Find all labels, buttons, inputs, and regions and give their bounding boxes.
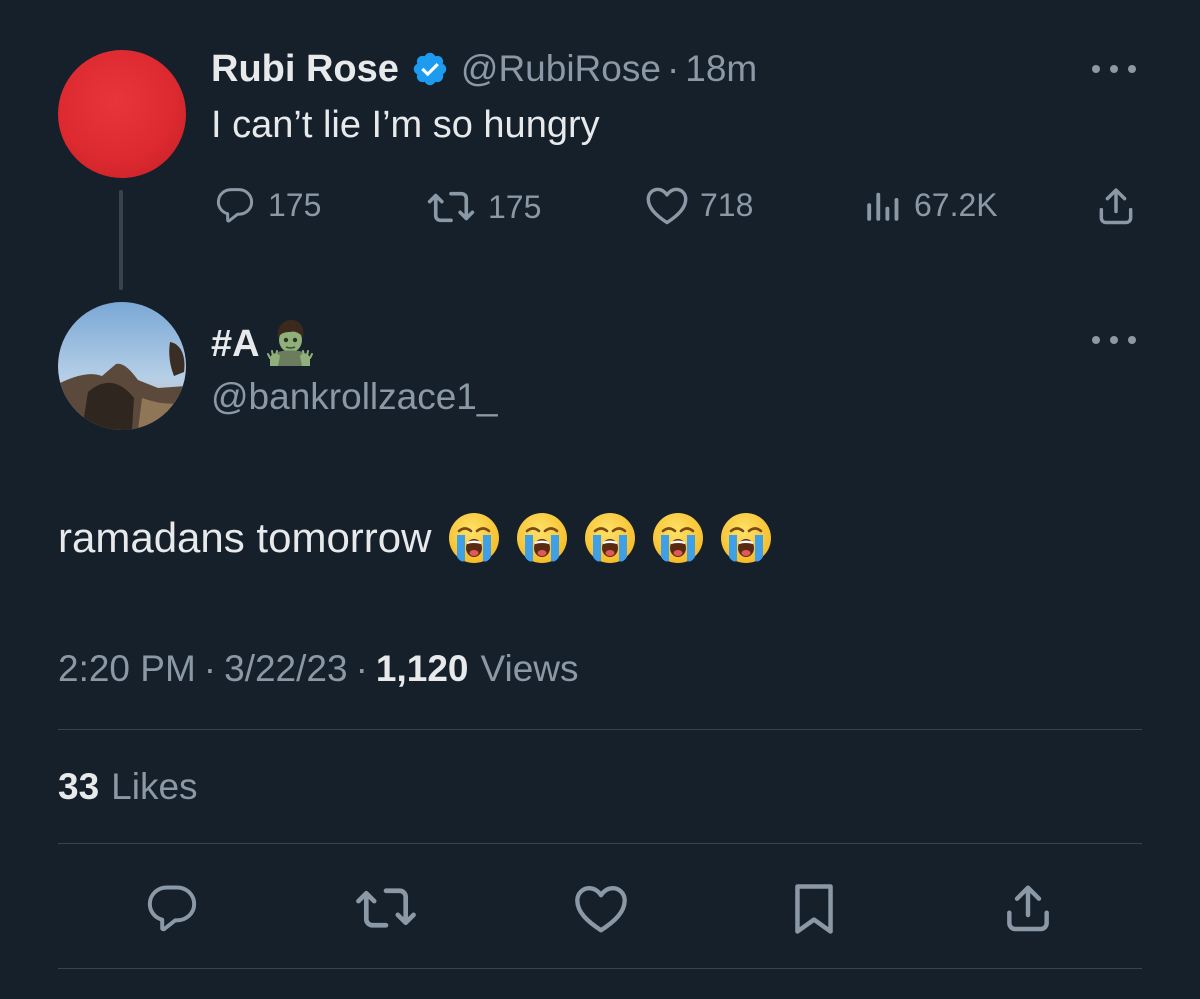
divider (58, 968, 1142, 969)
verified-badge-icon (413, 52, 447, 86)
reply-tweet-text: ramadans tomorrow (58, 514, 432, 561)
views-label: Views (480, 648, 579, 689)
loudly-crying-face-emoji-icon (585, 513, 636, 563)
reply-handle[interactable]: @bankrollzace1_ (211, 376, 497, 418)
loudly-crying-face-emoji-icon (449, 513, 500, 563)
loudly-crying-face-emoji-icon (653, 513, 704, 563)
reply-display-name[interactable]: #A (211, 323, 260, 366)
emoji-row (447, 511, 787, 565)
likes-summary[interactable]: 33 Likes (58, 762, 198, 812)
parent-views-button[interactable]: 67.2K (862, 184, 998, 226)
parent-view-count: 67.2K (914, 186, 998, 223)
divider (58, 843, 1142, 844)
parent-tweet-text: I can’t lie I’m so hungry (211, 104, 600, 146)
bookmark-icon (795, 884, 833, 934)
separator-dot: · (355, 648, 368, 689)
reply-more-options-icon[interactable] (1092, 334, 1136, 346)
zombie-emoji-icon (266, 320, 313, 366)
like-button[interactable] (572, 880, 630, 936)
retweet-icon (427, 191, 475, 223)
views-analytics-icon (867, 192, 899, 221)
reply-tweet-body: ramadans tomorrow (58, 508, 787, 568)
heart-icon (646, 187, 688, 225)
parent-display-name[interactable]: Rubi Rose (211, 48, 399, 91)
parent-reply-count: 175 (268, 186, 322, 223)
parent-handle[interactable]: @RubiRose (461, 48, 661, 90)
reply-button[interactable] (144, 880, 200, 936)
retweet-button[interactable] (354, 880, 418, 936)
tweet-date[interactable]: 3/22/23 (224, 648, 347, 690)
parent-retweet-button[interactable]: 175 (424, 186, 541, 228)
retweet-icon (356, 888, 416, 928)
avatar-rubi-rose[interactable] (58, 50, 186, 178)
parent-tweet-header: Rubi Rose @RubiRose · 18m (211, 44, 757, 94)
loudly-crying-face-emoji-icon (721, 513, 772, 563)
separator-dot: · (666, 48, 680, 89)
likes-count: 33 (58, 766, 100, 807)
avatar-bankrollzace[interactable] (58, 302, 186, 430)
reply-icon (147, 885, 197, 932)
heart-icon (575, 886, 627, 933)
separator-dot: · (203, 648, 217, 689)
views-count[interactable]: 1,120 (376, 648, 469, 690)
tweet-time[interactable]: 2:20 PM (58, 648, 196, 690)
parent-reply-button[interactable]: 175 (212, 184, 321, 226)
parent-like-button[interactable]: 718 (644, 184, 753, 226)
reply-icon (216, 188, 254, 223)
loudly-crying-face-emoji-icon (517, 513, 568, 563)
bookmark-button[interactable] (788, 880, 840, 938)
avatar-photo (58, 302, 186, 430)
parent-timestamp[interactable]: 18m (685, 48, 757, 90)
parent-share-button[interactable] (1094, 184, 1138, 233)
likes-label: Likes (111, 766, 198, 807)
thread-connector-line (119, 190, 123, 290)
parent-like-count: 718 (700, 186, 754, 223)
divider (58, 729, 1142, 730)
share-icon (1007, 885, 1049, 932)
share-button[interactable] (1000, 880, 1056, 936)
reply-tweet-header: #A (211, 316, 316, 372)
share-icon (1099, 188, 1133, 225)
tweet-meta-row: 2:20 PM · 3/22/23 · 1,120 Views (58, 644, 579, 694)
parent-retweet-count: 175 (488, 188, 542, 225)
parent-more-options-icon[interactable] (1092, 63, 1136, 75)
